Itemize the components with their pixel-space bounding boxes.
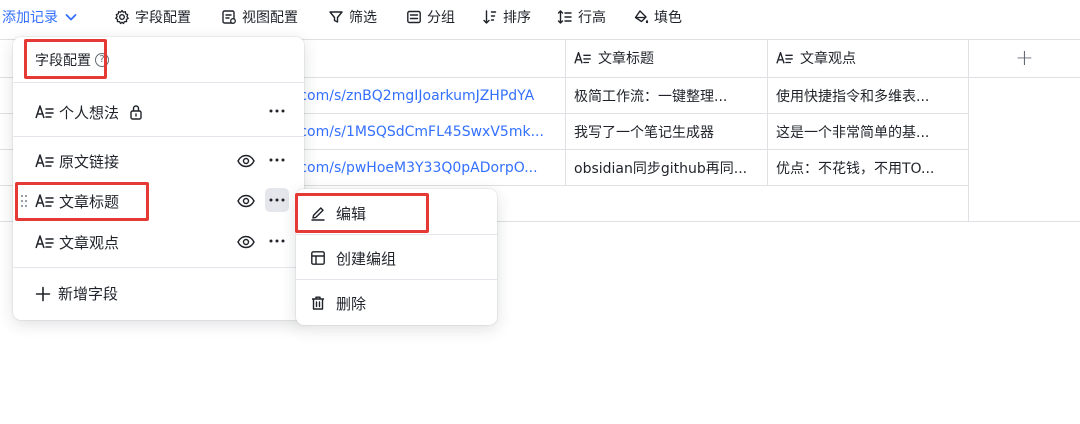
sort-label: 排序 — [503, 10, 531, 26]
field-item-article-title[interactable]: 文章标题 — [13, 183, 304, 219]
trash-icon — [312, 296, 324, 310]
chevron-down-icon — [65, 14, 77, 21]
field-config-label: 字段配置 — [135, 10, 191, 26]
menu-item-edit[interactable]: 编辑 — [296, 193, 497, 233]
layout-group-icon — [311, 251, 325, 265]
filter-button[interactable]: 筛选 — [328, 0, 377, 34]
field-item-original-link[interactable]: 原文链接 — [13, 143, 304, 179]
menu-item-label: 创建编组 — [336, 249, 397, 268]
drag-handle-icon[interactable] — [20, 193, 28, 209]
row-height-button[interactable]: 行高 — [557, 0, 606, 34]
more-options-icon[interactable] — [265, 148, 289, 172]
fill-color-label: 填色 — [654, 10, 682, 26]
column-header-label: 文章标题 — [598, 51, 654, 67]
text-field-icon — [776, 51, 793, 64]
field-label: 原文链接 — [59, 153, 120, 171]
field-config-panel: 字段配置 ? 个人想法 原文链接 文章标题 文章观点 新增字段 — [13, 37, 304, 320]
view-config-label: 视图配置 — [242, 10, 298, 26]
panel-header: 字段配置 ? — [35, 50, 109, 70]
table-cell-title[interactable]: 极简工作流：一键整理... — [565, 78, 767, 114]
filter-icon — [329, 11, 343, 23]
table-cell-title[interactable]: 我写了一个笔记生成器 — [565, 114, 767, 150]
gear-icon — [115, 9, 129, 25]
text-field-icon — [35, 154, 54, 168]
menu-item-label: 编辑 — [336, 204, 367, 223]
table-cell-title[interactable]: obsidian同步github再同... — [565, 150, 767, 186]
add-record-label: 添加记录 — [2, 10, 58, 26]
view-config-button[interactable]: 视图配置 — [221, 0, 298, 34]
view-settings-icon — [222, 10, 236, 24]
menu-item-delete[interactable]: 删除 — [296, 283, 497, 323]
add-column-button[interactable]: + — [969, 40, 1080, 76]
lock-icon — [130, 105, 142, 120]
text-field-icon — [35, 105, 54, 119]
paint-bucket-icon — [634, 10, 649, 24]
group-button[interactable]: 分组 — [406, 0, 455, 34]
table-cell-link[interactable]: q.com/s/znBQ2mgIJoarkumJZHPdYA — [276, 78, 565, 114]
eye-icon[interactable] — [237, 234, 255, 250]
column-header-title[interactable]: 文章标题 — [565, 40, 767, 76]
divider — [296, 279, 497, 280]
divider — [296, 234, 497, 235]
more-options-icon[interactable] — [265, 229, 289, 253]
plus-icon: + — [1015, 45, 1034, 71]
toolbar: 添加记录 字段配置 视图配置 筛选 分组 排序 行高 填色 — [0, 0, 1080, 36]
group-label: 分组 — [427, 10, 455, 26]
panel-title: 字段配置 — [35, 53, 91, 69]
table-cell-opinion[interactable]: 使用快捷指令和多维表... — [767, 78, 968, 114]
divider — [13, 82, 304, 83]
add-field-button[interactable]: 新增字段 — [35, 283, 118, 304]
fill-color-button[interactable]: 填色 — [633, 0, 682, 34]
table-cell-opinion[interactable]: 这是一个非常简单的基... — [767, 114, 968, 150]
sort-button[interactable]: 排序 — [482, 0, 531, 34]
add-field-label: 新增字段 — [58, 285, 119, 303]
field-item-article-opinion[interactable]: 文章观点 — [13, 224, 304, 260]
more-options-icon[interactable] — [265, 99, 289, 123]
eye-icon[interactable] — [237, 153, 255, 169]
field-label: 文章标题 — [59, 193, 120, 211]
table-cell-link[interactable]: q.com/s/1MSQSdCmFL45SwxV5mk... — [276, 114, 565, 150]
menu-item-create-group[interactable]: 创建编组 — [296, 238, 497, 278]
divider — [13, 267, 304, 268]
row-height-label: 行高 — [578, 10, 606, 26]
help-icon[interactable]: ? — [95, 53, 109, 67]
field-context-menu: 编辑 创建编组 删除 — [296, 189, 497, 325]
table-cell-link[interactable]: q.com/s/pwHoeM3Y33Q0pADorpO... — [276, 150, 565, 186]
pencil-icon — [311, 207, 325, 221]
sort-icon — [483, 10, 497, 24]
menu-item-label: 删除 — [336, 294, 367, 313]
eye-icon[interactable] — [237, 193, 255, 209]
more-options-icon[interactable] — [265, 188, 289, 212]
field-item-personal-thoughts[interactable]: 个人想法 — [13, 94, 304, 130]
field-config-button[interactable]: 字段配置 — [114, 0, 191, 34]
text-field-icon — [35, 194, 54, 208]
filter-label: 筛选 — [349, 10, 377, 26]
plus-icon — [35, 286, 51, 301]
column-header-label: 文章观点 — [800, 51, 856, 67]
row-height-icon — [557, 10, 572, 24]
divider — [13, 136, 304, 137]
text-field-icon — [574, 51, 591, 64]
group-icon — [407, 10, 421, 24]
table-cell-opinion[interactable]: 优点：不花钱，不用TO... — [767, 150, 968, 186]
field-label: 文章观点 — [59, 234, 120, 252]
text-field-icon — [35, 235, 54, 249]
add-record-button[interactable]: 添加记录 — [2, 0, 79, 34]
column-header-opinion[interactable]: 文章观点 — [767, 40, 968, 76]
field-label: 个人想法 — [59, 104, 120, 122]
